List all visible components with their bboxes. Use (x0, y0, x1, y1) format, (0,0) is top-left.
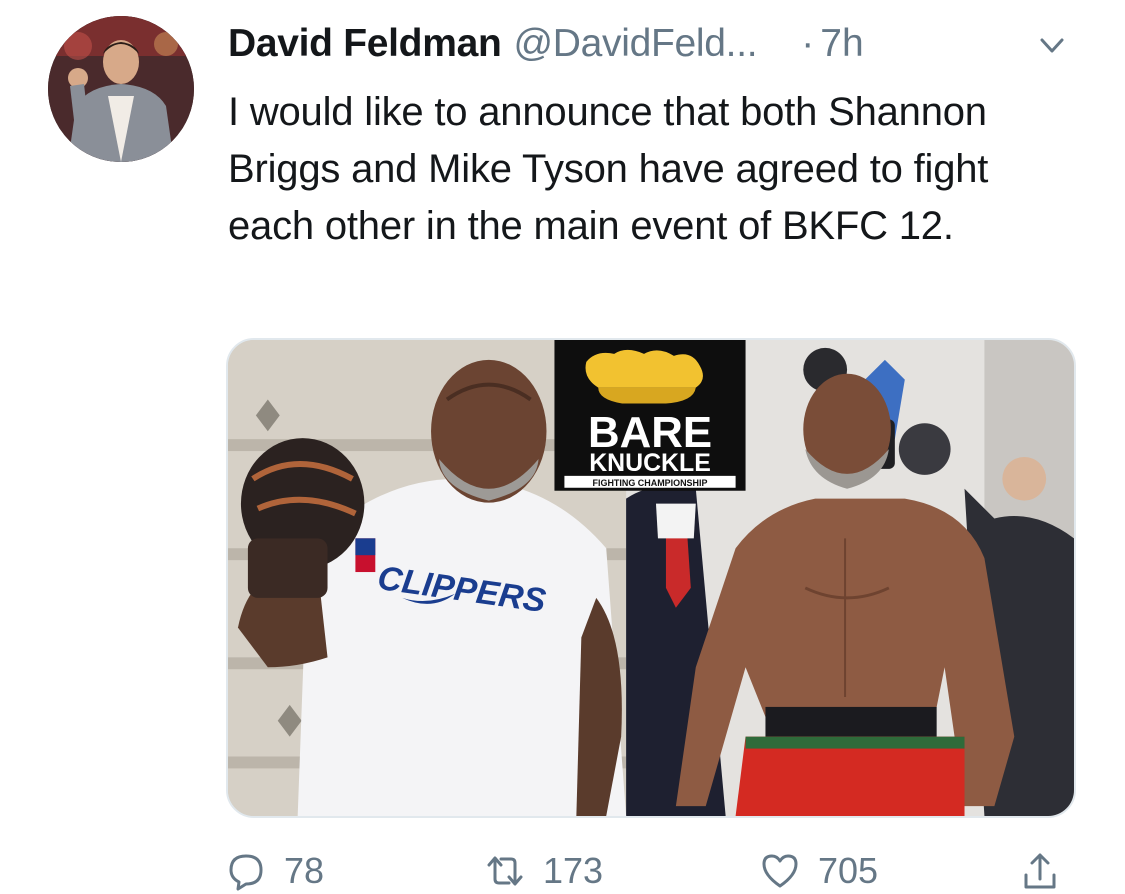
reply-button[interactable]: 78 (226, 848, 324, 894)
retweet-button[interactable]: 173 (485, 848, 603, 894)
reply-icon (229, 854, 263, 891)
retweet-icon (487, 856, 523, 886)
avatar[interactable] (48, 16, 194, 162)
display-name[interactable]: David Feldman (228, 22, 502, 66)
logo-subtitle: FIGHTING CHAMPIONSHIP (593, 478, 708, 488)
retweet-count: 173 (543, 850, 604, 891)
user-handle[interactable]: @DavidFeld... (514, 22, 758, 66)
fight-promo-image: CLIPPERS BARE KNUCKLE FIGHTING CHAMPIONS… (228, 340, 1074, 816)
share-button[interactable] (1020, 848, 1060, 894)
share-icon (1024, 853, 1056, 889)
timestamp[interactable]: 7h (820, 22, 863, 66)
tweet-actions: 78 173 705 (0, 848, 1125, 894)
reply-count: 78 (284, 850, 325, 891)
like-count: 705 (818, 850, 879, 891)
like-button[interactable]: 705 (760, 848, 878, 894)
separator-dot: · (801, 22, 815, 65)
tweet-header: David Feldman @DavidFeld... · 7h (228, 22, 1088, 72)
logo-knuckle: KNUCKLE (589, 450, 711, 477)
avatar-photo (48, 16, 194, 162)
chevron-down-icon[interactable] (1032, 30, 1072, 60)
tweet-text: I would like to announce that both Shann… (228, 90, 989, 248)
tweet-media[interactable]: CLIPPERS BARE KNUCKLE FIGHTING CHAMPIONS… (226, 338, 1076, 818)
heart-icon (762, 854, 798, 888)
